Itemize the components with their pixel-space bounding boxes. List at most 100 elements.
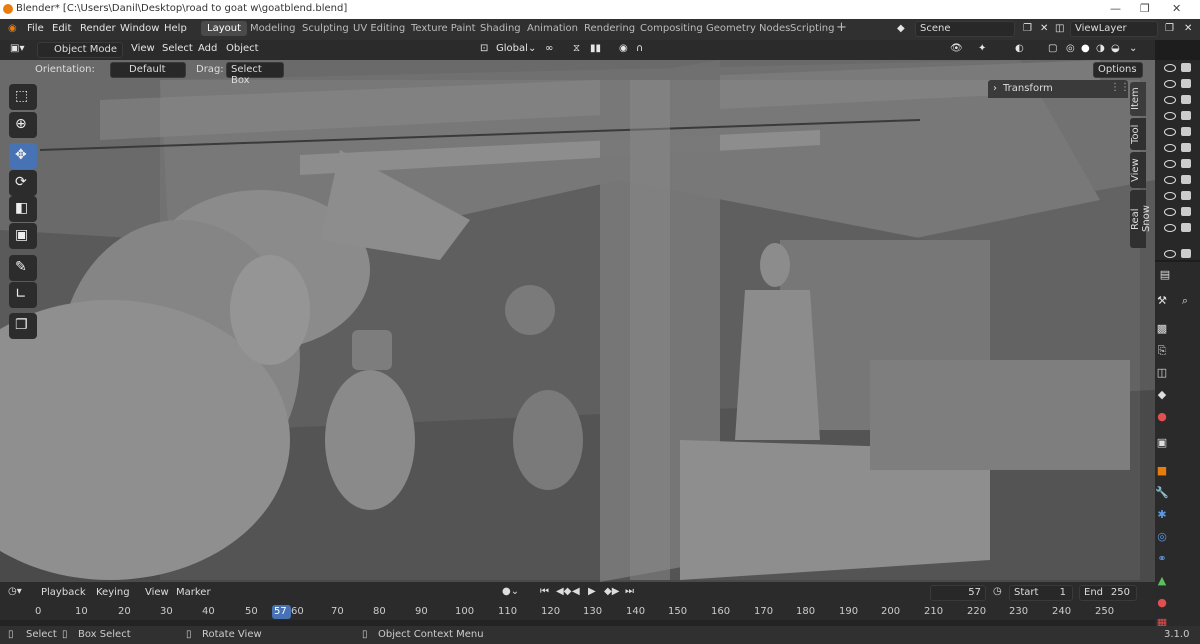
visibility-eye-icon[interactable] <box>1164 64 1176 72</box>
modifier-properties-icon[interactable]: 🔧 <box>1155 486 1169 500</box>
snap-icon[interactable]: ⧖ <box>573 43 580 54</box>
xray-icon[interactable]: ▢ <box>1048 43 1057 54</box>
tool-properties-icon[interactable]: ⚒ <box>1155 294 1169 308</box>
shading-options-icon[interactable]: ⌄ <box>1129 43 1137 54</box>
solid-shading-icon[interactable]: ● <box>1081 43 1090 54</box>
tab-tool[interactable]: Tool <box>1130 118 1146 150</box>
delete-scene-icon[interactable]: ✕ <box>1040 23 1048 34</box>
play-icon[interactable]: ▶ <box>588 586 596 597</box>
menu-timeline-view[interactable]: View <box>145 587 169 598</box>
visibility-eye-icon[interactable] <box>1164 224 1176 232</box>
visibility-eye-icon[interactable] <box>1164 80 1176 88</box>
render-camera-icon[interactable] <box>1181 63 1191 72</box>
gizmo-icon[interactable]: ✦ <box>978 43 986 54</box>
tab-compositing[interactable]: Compositing <box>640 23 703 34</box>
menu-help[interactable]: Help <box>164 23 187 34</box>
transform-orientation[interactable]: Global <box>496 43 528 54</box>
view-layer-properties-icon[interactable]: ◫ <box>1155 366 1169 380</box>
render-properties-icon[interactable]: ▩ <box>1155 322 1169 336</box>
jump-end-icon[interactable]: ⏭ <box>625 586 634 597</box>
rendered-shading-icon[interactable]: ◒ <box>1111 43 1120 54</box>
frame-ruler[interactable]: 57 0 10 20 30 40 50 60 70 80 90 100 110 … <box>0 604 1155 620</box>
render-camera-icon[interactable] <box>1181 175 1191 184</box>
constraint-properties-icon[interactable]: ⚭ <box>1155 552 1169 566</box>
visibility-eye-icon[interactable] <box>1164 144 1176 152</box>
visibility-eye-icon[interactable] <box>1164 176 1176 184</box>
maximize-icon[interactable]: ❐ <box>1140 2 1150 15</box>
tab-layout[interactable]: Layout <box>201 21 247 36</box>
object-properties-icon[interactable]: ■ <box>1155 464 1169 478</box>
minimize-icon[interactable]: — <box>1110 2 1121 15</box>
blender-menu-icon[interactable]: ◉ <box>8 23 17 34</box>
scene-icon[interactable]: ◆ <box>897 23 905 34</box>
world-properties-icon[interactable]: ● <box>1155 410 1169 424</box>
menu-keying[interactable]: Keying <box>96 587 130 598</box>
render-camera-icon[interactable] <box>1181 249 1191 258</box>
mode-selector[interactable]: Object Mode <box>37 42 123 58</box>
play-reverse-icon[interactable]: ◀ <box>572 586 580 597</box>
render-camera-icon[interactable] <box>1181 127 1191 136</box>
material-properties-icon[interactable]: ● <box>1155 596 1169 610</box>
falloff-icon[interactable]: ∩ <box>636 43 643 54</box>
tab-item[interactable]: Item <box>1130 82 1146 116</box>
new-view-layer-icon[interactable]: ❐ <box>1165 23 1174 34</box>
physics-properties-icon[interactable]: ◎ <box>1155 530 1169 544</box>
visibility-eye-icon[interactable] <box>1164 250 1176 258</box>
render-camera-icon[interactable] <box>1181 111 1191 120</box>
wireframe-shading-icon[interactable]: ◎ <box>1066 43 1075 54</box>
start-frame-field[interactable]: Start 1 <box>1009 585 1073 601</box>
add-cube-tool[interactable]: ❐ <box>9 313 37 339</box>
material-shading-icon[interactable]: ◑ <box>1096 43 1105 54</box>
menu-file[interactable]: File <box>27 23 44 34</box>
tab-animation[interactable]: Animation <box>527 23 578 34</box>
menu-render[interactable]: Render <box>80 23 116 34</box>
particle-properties-icon[interactable]: ✱ <box>1155 508 1169 522</box>
delete-view-layer-icon[interactable]: ✕ <box>1184 23 1192 34</box>
scene-selector[interactable]: Scene <box>915 21 1015 37</box>
tab-texture-paint[interactable]: Texture Paint <box>411 23 476 34</box>
tab-modeling[interactable]: Modeling <box>250 23 296 34</box>
snap-increment-icon[interactable]: ▮▮ <box>590 43 601 54</box>
render-camera-icon[interactable] <box>1181 191 1191 200</box>
scale-tool[interactable]: ◧ <box>9 196 37 222</box>
tab-rendering[interactable]: Rendering <box>584 23 635 34</box>
render-camera-icon[interactable] <box>1181 159 1191 168</box>
options-dropdown[interactable]: Options <box>1093 62 1143 78</box>
move-tool[interactable]: ✥ <box>9 143 37 169</box>
prev-keyframe-icon[interactable]: ◀◆ <box>556 586 571 597</box>
annotate-tool[interactable]: ✎ <box>9 255 37 281</box>
render-camera-icon[interactable] <box>1181 79 1191 88</box>
visibility-eye-icon[interactable] <box>1164 192 1176 200</box>
output-properties-icon[interactable]: ⎘ <box>1155 344 1169 358</box>
tab-geometry-nodes[interactable]: Geometry Nodes <box>706 23 790 34</box>
transform-tool[interactable]: ▣ <box>9 223 37 249</box>
drag-selector[interactable]: Select Box <box>226 62 284 86</box>
view-layer-icon[interactable]: ◫ <box>1055 23 1064 34</box>
scene-properties-icon[interactable]: ◆ <box>1155 388 1169 402</box>
visibility-icon[interactable]: 👁 <box>950 43 963 54</box>
3d-viewport[interactable]: › Transform ⋮⋮ <box>0 60 1155 582</box>
menu-select[interactable]: Select <box>162 43 193 54</box>
rotate-tool[interactable]: ⟳ <box>9 170 37 196</box>
visibility-eye-icon[interactable] <box>1164 160 1176 168</box>
sidebar-panel-header[interactable]: › Transform ⋮⋮ <box>988 80 1130 98</box>
editor-type-icon[interactable]: ▤ <box>1158 268 1172 282</box>
menu-object[interactable]: Object <box>226 43 259 54</box>
end-frame-field[interactable]: End 250 <box>1079 585 1137 601</box>
tab-view[interactable]: View <box>1130 152 1146 188</box>
menu-edit[interactable]: Edit <box>52 23 71 34</box>
drag-handle-icon[interactable]: ⋮⋮ <box>1110 82 1130 93</box>
new-scene-icon[interactable]: ❐ <box>1023 23 1032 34</box>
select-box-tool[interactable]: ⬚ <box>9 84 37 110</box>
pivot-icon[interactable]: ∞ <box>545 43 553 54</box>
visibility-eye-icon[interactable] <box>1164 112 1176 120</box>
visibility-eye-icon[interactable] <box>1164 96 1176 104</box>
menu-view[interactable]: View <box>131 43 155 54</box>
properties-search-icon[interactable]: ⌕ <box>1178 294 1192 308</box>
data-properties-icon[interactable]: ▲ <box>1155 574 1169 588</box>
add-workspace-icon[interactable]: + <box>836 20 847 35</box>
proportional-edit-icon[interactable]: ◉ <box>619 43 628 54</box>
view-layer-selector[interactable]: ViewLayer <box>1070 21 1158 37</box>
orientation-icon[interactable]: ⊡ <box>480 43 488 54</box>
menu-window[interactable]: Window <box>120 23 159 34</box>
